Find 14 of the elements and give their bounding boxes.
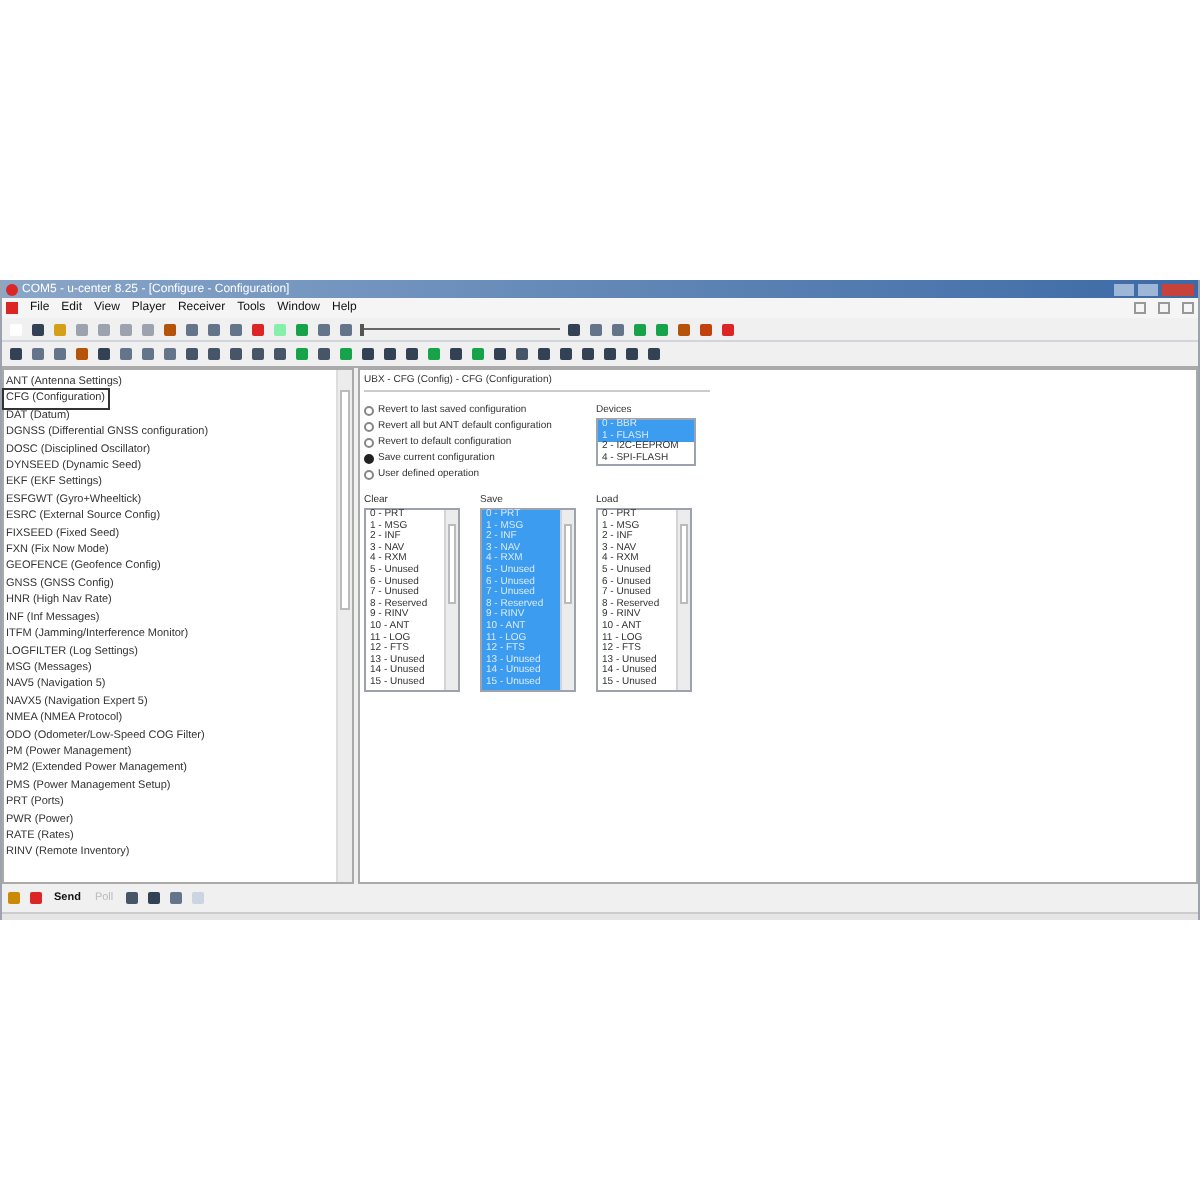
playback-slider[interactable]: [360, 323, 560, 335]
scrollbar[interactable]: [560, 510, 574, 689]
radio-button[interactable]: [364, 406, 374, 416]
app-icon: [6, 283, 18, 295]
radio-button[interactable]: [364, 454, 374, 464]
radio-button[interactable]: [364, 438, 374, 448]
restore-button[interactable]: [1158, 302, 1170, 314]
radio-button[interactable]: [364, 422, 374, 432]
close-button[interactable]: [1182, 302, 1194, 314]
radio-button[interactable]: [364, 470, 374, 480]
maximize-button[interactable]: [1138, 283, 1158, 295]
scrollbar[interactable]: [444, 510, 458, 689]
scrollbar[interactable]: [676, 510, 690, 689]
scrollbar[interactable]: [336, 370, 352, 882]
